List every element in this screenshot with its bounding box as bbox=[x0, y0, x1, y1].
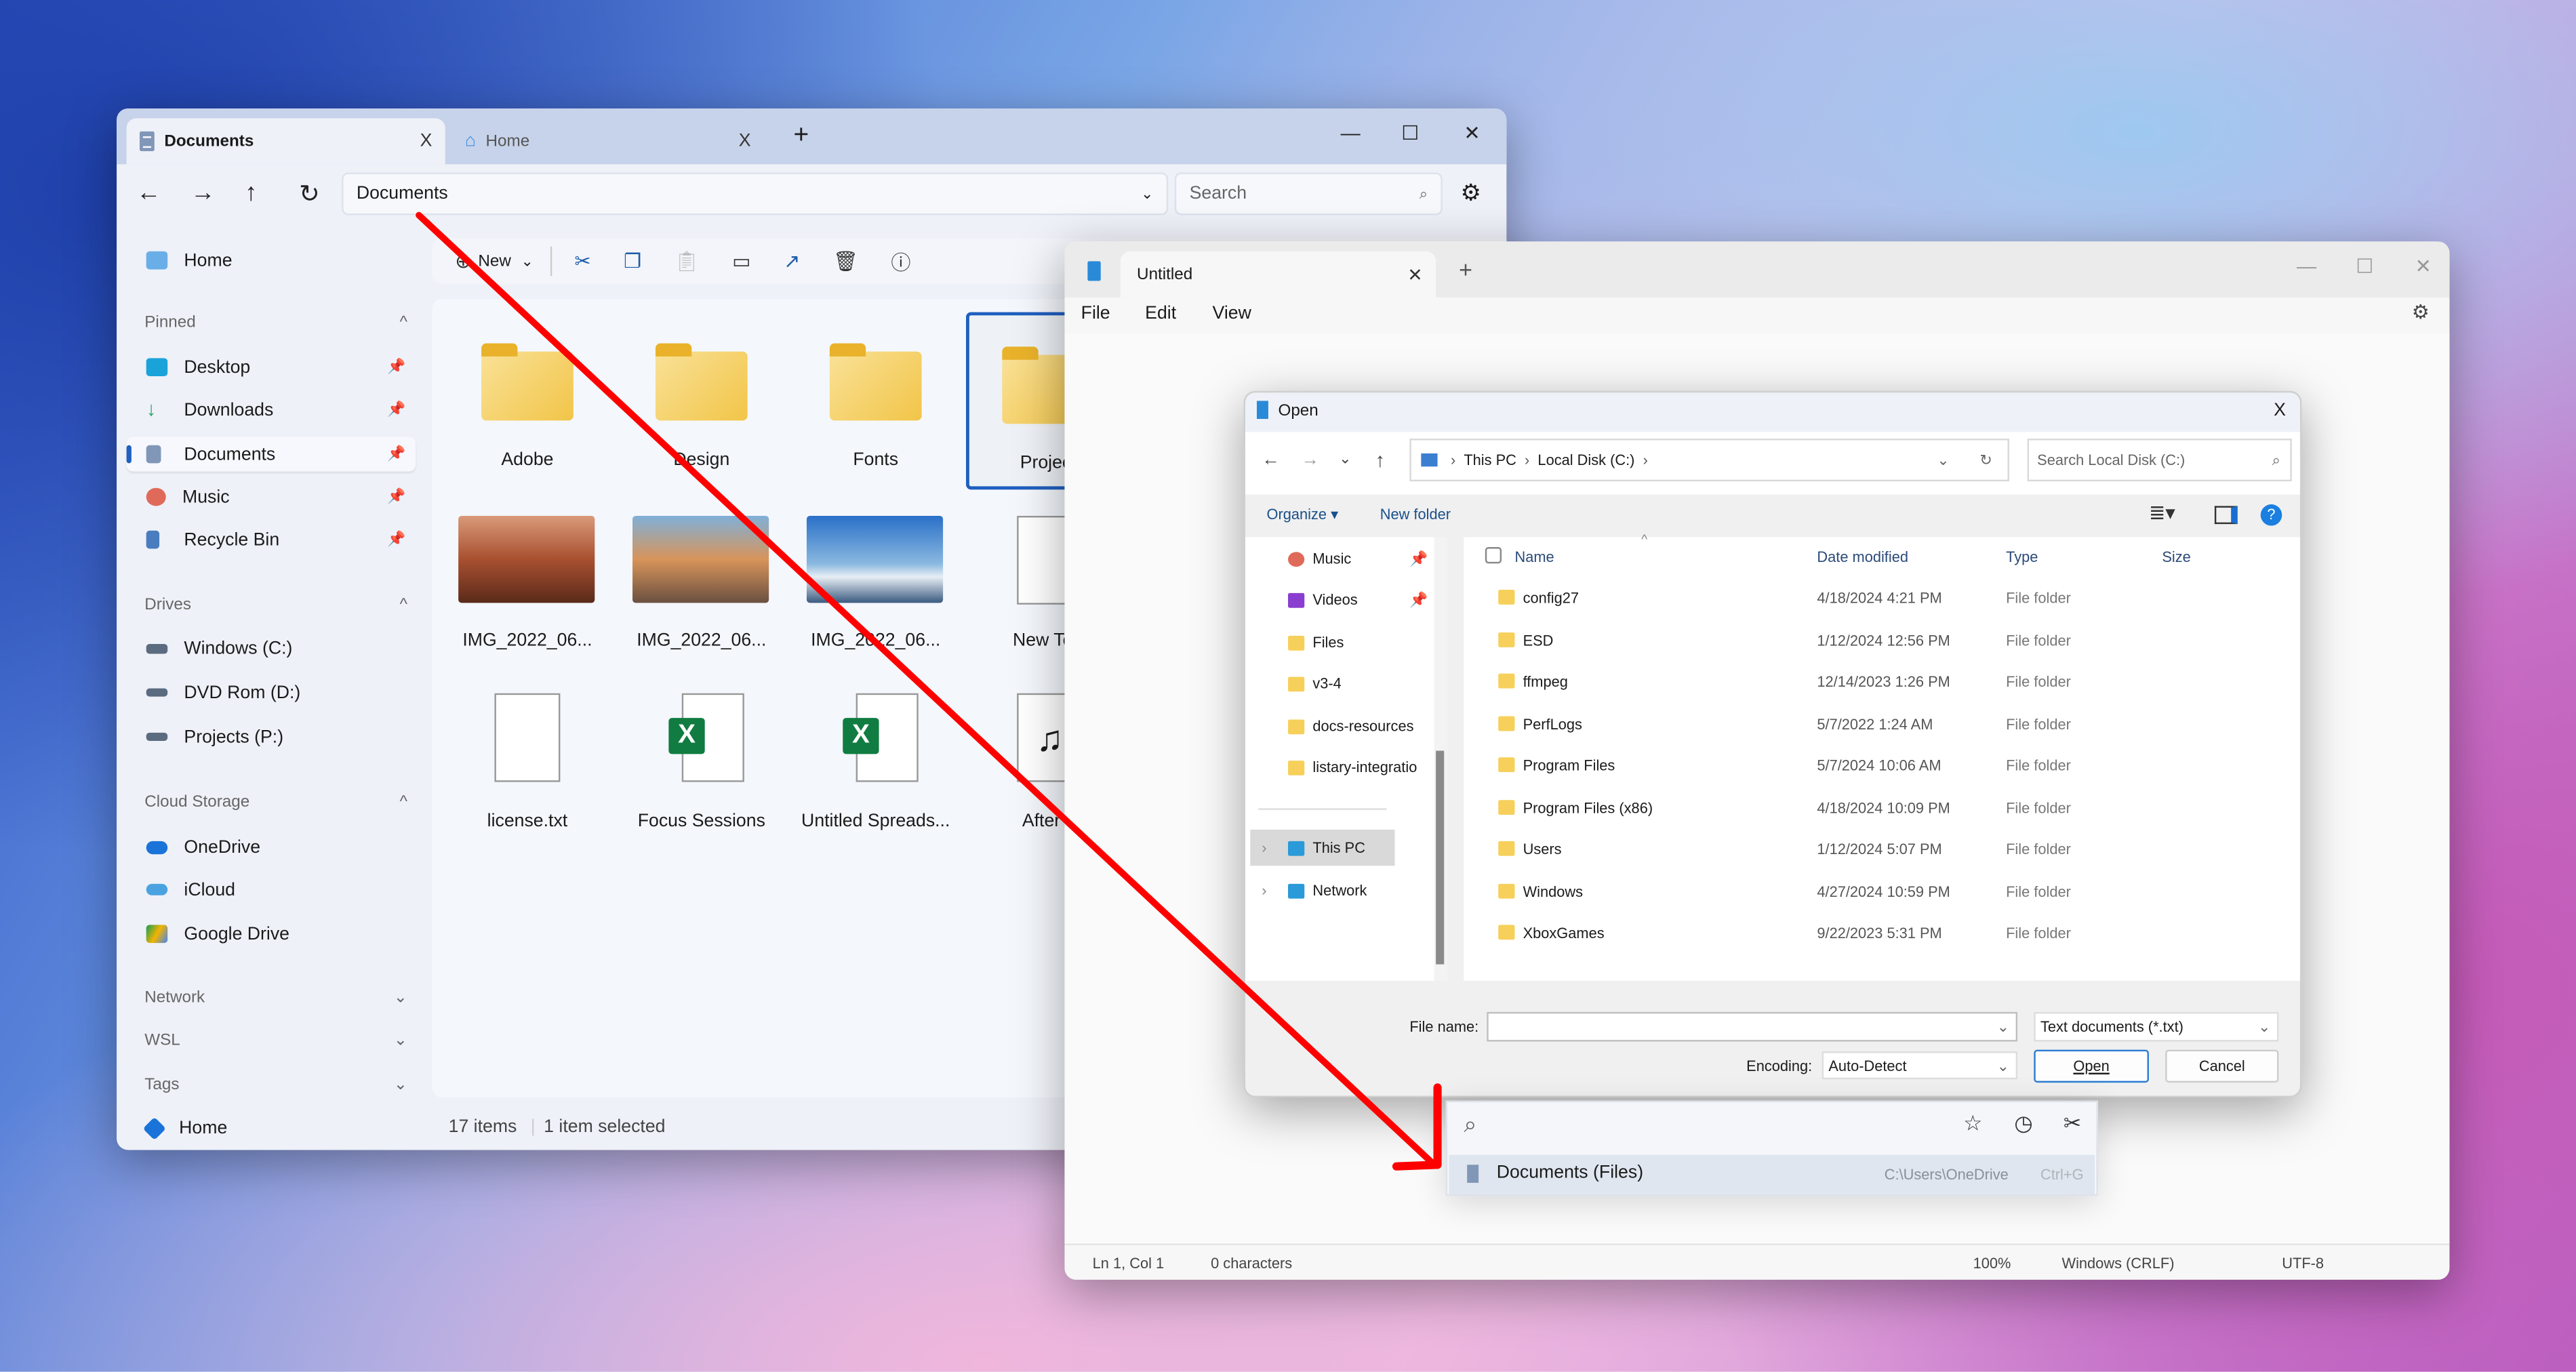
desktop: Documents X ⌂ Home X + — ☐ ✕ ← → ↑ ↻ Doc… bbox=[0, 0, 2576, 1372]
red-arrow-annotation bbox=[416, 211, 1442, 1171]
arrow-shaft bbox=[416, 211, 1438, 1169]
arrow-head bbox=[1392, 1083, 1442, 1171]
